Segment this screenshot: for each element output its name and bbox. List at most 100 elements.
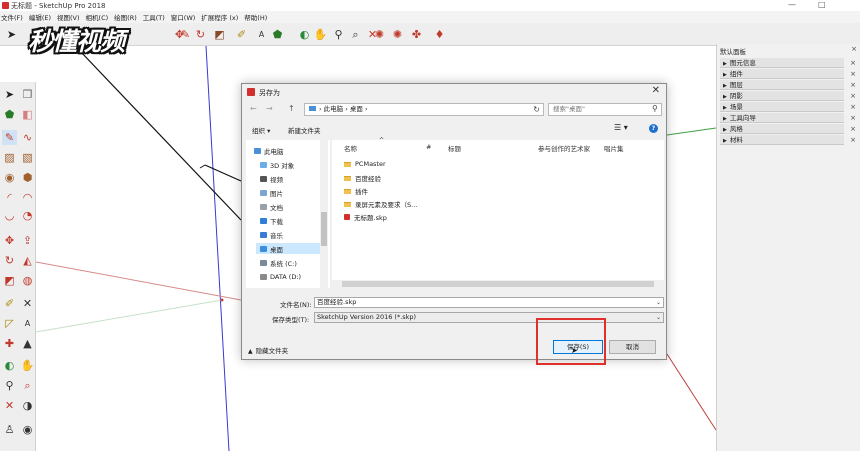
tray-panel-styles[interactable]: ▶ 风格 × [720, 124, 856, 134]
menu-help[interactable]: 帮助(H) [244, 12, 267, 22]
nav-item-drive-d[interactable]: DATA (D:) [260, 273, 301, 281]
panel-close-icon[interactable]: × [850, 80, 856, 90]
nav-item-videos[interactable]: 视频 [260, 174, 283, 184]
tray-panel-instructor[interactable]: ▶ 工具向导 × [720, 113, 856, 123]
column-header-number[interactable]: # [426, 143, 431, 151]
tray-panel-scenes[interactable]: ▶ 场景 × [720, 102, 856, 112]
view-options-icon[interactable]: ☰ ▾ [614, 123, 628, 132]
address-bar[interactable]: › 此电脑 › 桌面 › ↻ [304, 103, 544, 116]
menu-edit[interactable]: 编辑(E) [29, 12, 51, 22]
filetype-select[interactable]: SketchUp Version 2016 (*.skp) ⌄ [314, 312, 664, 323]
nav-item-3d-objects[interactable]: 3D 对象 [260, 160, 294, 170]
position-camera-icon[interactable]: ♙ [2, 422, 17, 437]
cancel-button[interactable]: 取消 [609, 340, 656, 354]
warehouse-icon[interactable]: ✺ [372, 27, 387, 42]
zoom-window-icon[interactable]: ⌕ [348, 27, 363, 42]
file-row[interactable]: 无标题.skp [344, 212, 387, 222]
maximize-icon[interactable]: □ [818, 0, 826, 9]
three-point-arc-icon[interactable]: ◡ [2, 208, 17, 223]
menu-camera[interactable]: 相机(C) [86, 12, 109, 22]
column-header-title[interactable]: 标题 [448, 143, 461, 153]
panel-close-icon[interactable]: × [850, 113, 856, 123]
dialog-close-icon[interactable]: ✕ [652, 85, 660, 96]
file-row[interactable]: 百度经验 [344, 173, 381, 183]
menu-file[interactable]: 文件(F) [1, 12, 23, 22]
nav-item-downloads[interactable]: 下载 [260, 216, 283, 226]
text-icon[interactable]: A [20, 316, 35, 331]
column-header-name[interactable]: 名称 [344, 143, 357, 153]
tray-panel-entity-info[interactable]: ▶ 图元信息 × [720, 58, 856, 68]
select-tool-icon[interactable]: ➤ [2, 87, 17, 102]
line-icon[interactable]: ✎ [2, 130, 17, 145]
nav-scrollbar[interactable] [320, 140, 328, 288]
extension-warehouse-icon[interactable]: ✤ [409, 27, 424, 42]
rotate-icon[interactable]: ↻ [2, 253, 17, 268]
tray-panel-layers[interactable]: ▶ 图层 × [720, 80, 856, 90]
zoom-icon[interactable]: ⚲ [331, 27, 346, 42]
chevron-down-icon[interactable]: ⌄ [656, 298, 661, 307]
menu-extensions[interactable]: 扩展程序 (x) [201, 12, 238, 22]
panel-close-icon[interactable]: × [850, 124, 856, 134]
protractor-icon[interactable]: ◸ [2, 316, 17, 331]
back-arrow-icon[interactable]: ← [250, 104, 257, 113]
look-around-icon[interactable]: ◉ [20, 422, 35, 437]
scale-icon[interactable]: ◩ [2, 273, 17, 288]
column-header-album[interactable]: 唱片集 [604, 143, 624, 153]
tape-measure-icon[interactable]: ✐ [2, 296, 17, 311]
text-icon[interactable]: A [254, 27, 269, 42]
filename-input[interactable]: 百度经验.skp ⌄ [314, 297, 664, 308]
tape-measure-icon[interactable]: ✐ [234, 27, 249, 42]
panel-close-icon[interactable]: × [850, 102, 856, 112]
panel-close-icon[interactable]: × [850, 135, 856, 145]
scale-icon[interactable]: ◩ [212, 27, 227, 42]
layout-icon[interactable]: ♦ [432, 27, 447, 42]
pie-icon[interactable]: ◔ [20, 208, 35, 223]
menu-view[interactable]: 视图(V) [57, 12, 80, 22]
nav-scrollbar-thumb[interactable] [321, 212, 327, 246]
file-list-scrollbar-thumb[interactable] [342, 281, 654, 287]
previous-view-icon[interactable]: ◑ [20, 398, 35, 413]
axes-icon[interactable]: ✚ [2, 336, 17, 351]
move-icon[interactable]: ✥ [2, 233, 17, 248]
share-model-icon[interactable]: ✺ [390, 27, 405, 42]
rotated-rectangle-icon[interactable]: ▧ [20, 150, 35, 165]
minimize-icon[interactable]: — [788, 0, 796, 9]
3d-text-icon[interactable]: ▲ [20, 336, 35, 351]
orbit-icon[interactable]: ◐ [297, 27, 312, 42]
organize-button[interactable]: 组织 ▾ [252, 125, 270, 135]
chevron-down-icon[interactable]: ⌄ [656, 313, 661, 322]
move-icon[interactable]: ✥ [172, 27, 187, 42]
tray-panel-components[interactable]: ▶ 组件 × [720, 69, 856, 79]
zoom-window-icon[interactable]: ⌕ [20, 378, 35, 393]
hide-folders-toggle[interactable]: ▲ 隐藏文件夹 [248, 345, 288, 355]
pan-icon[interactable]: ✋ [313, 27, 328, 42]
nav-item-drive-c[interactable]: 系统 (C:) [260, 258, 297, 268]
eraser-icon[interactable]: ◧ [20, 107, 35, 122]
rotate-icon[interactable]: ↻ [193, 27, 208, 42]
menu-window[interactable]: 窗口(W) [171, 12, 196, 22]
column-header-artist[interactable]: 参与创作的艺术家 [538, 143, 590, 153]
pan-icon[interactable]: ✋ [20, 358, 35, 373]
zoom-extents-icon[interactable]: ✕ [2, 398, 17, 413]
select-tool-icon[interactable]: ➤ [4, 27, 19, 42]
file-row[interactable]: 插件 [344, 186, 368, 196]
nav-item-music[interactable]: 音乐 [260, 230, 283, 240]
new-folder-button[interactable]: 新建文件夹 [288, 125, 321, 135]
tray-close-icon[interactable]: × [851, 45, 857, 53]
nav-item-this-pc[interactable]: 此电脑 [254, 146, 284, 156]
zoom-icon[interactable]: ⚲ [2, 378, 17, 393]
panel-close-icon[interactable]: × [850, 91, 856, 101]
file-row[interactable]: 录屏元素及要求（S... [344, 199, 417, 209]
offset-icon[interactable]: ◍ [20, 273, 35, 288]
paint-bucket-icon[interactable]: ⬟ [2, 107, 17, 122]
panel-close-icon[interactable]: × [850, 69, 856, 79]
dimension-icon[interactable]: ✕ [20, 296, 35, 311]
nav-item-pictures[interactable]: 图片 [260, 188, 283, 198]
freehand-icon[interactable]: ∿ [20, 130, 35, 145]
orbit-icon[interactable]: ◐ [2, 358, 17, 373]
help-icon[interactable]: ? [649, 124, 658, 133]
rectangle-icon[interactable]: ▨ [2, 150, 17, 165]
menu-tools[interactable]: 工具(T) [143, 12, 165, 22]
circle-icon[interactable]: ◉ [2, 170, 17, 185]
follow-me-icon[interactable]: ◭ [20, 253, 35, 268]
